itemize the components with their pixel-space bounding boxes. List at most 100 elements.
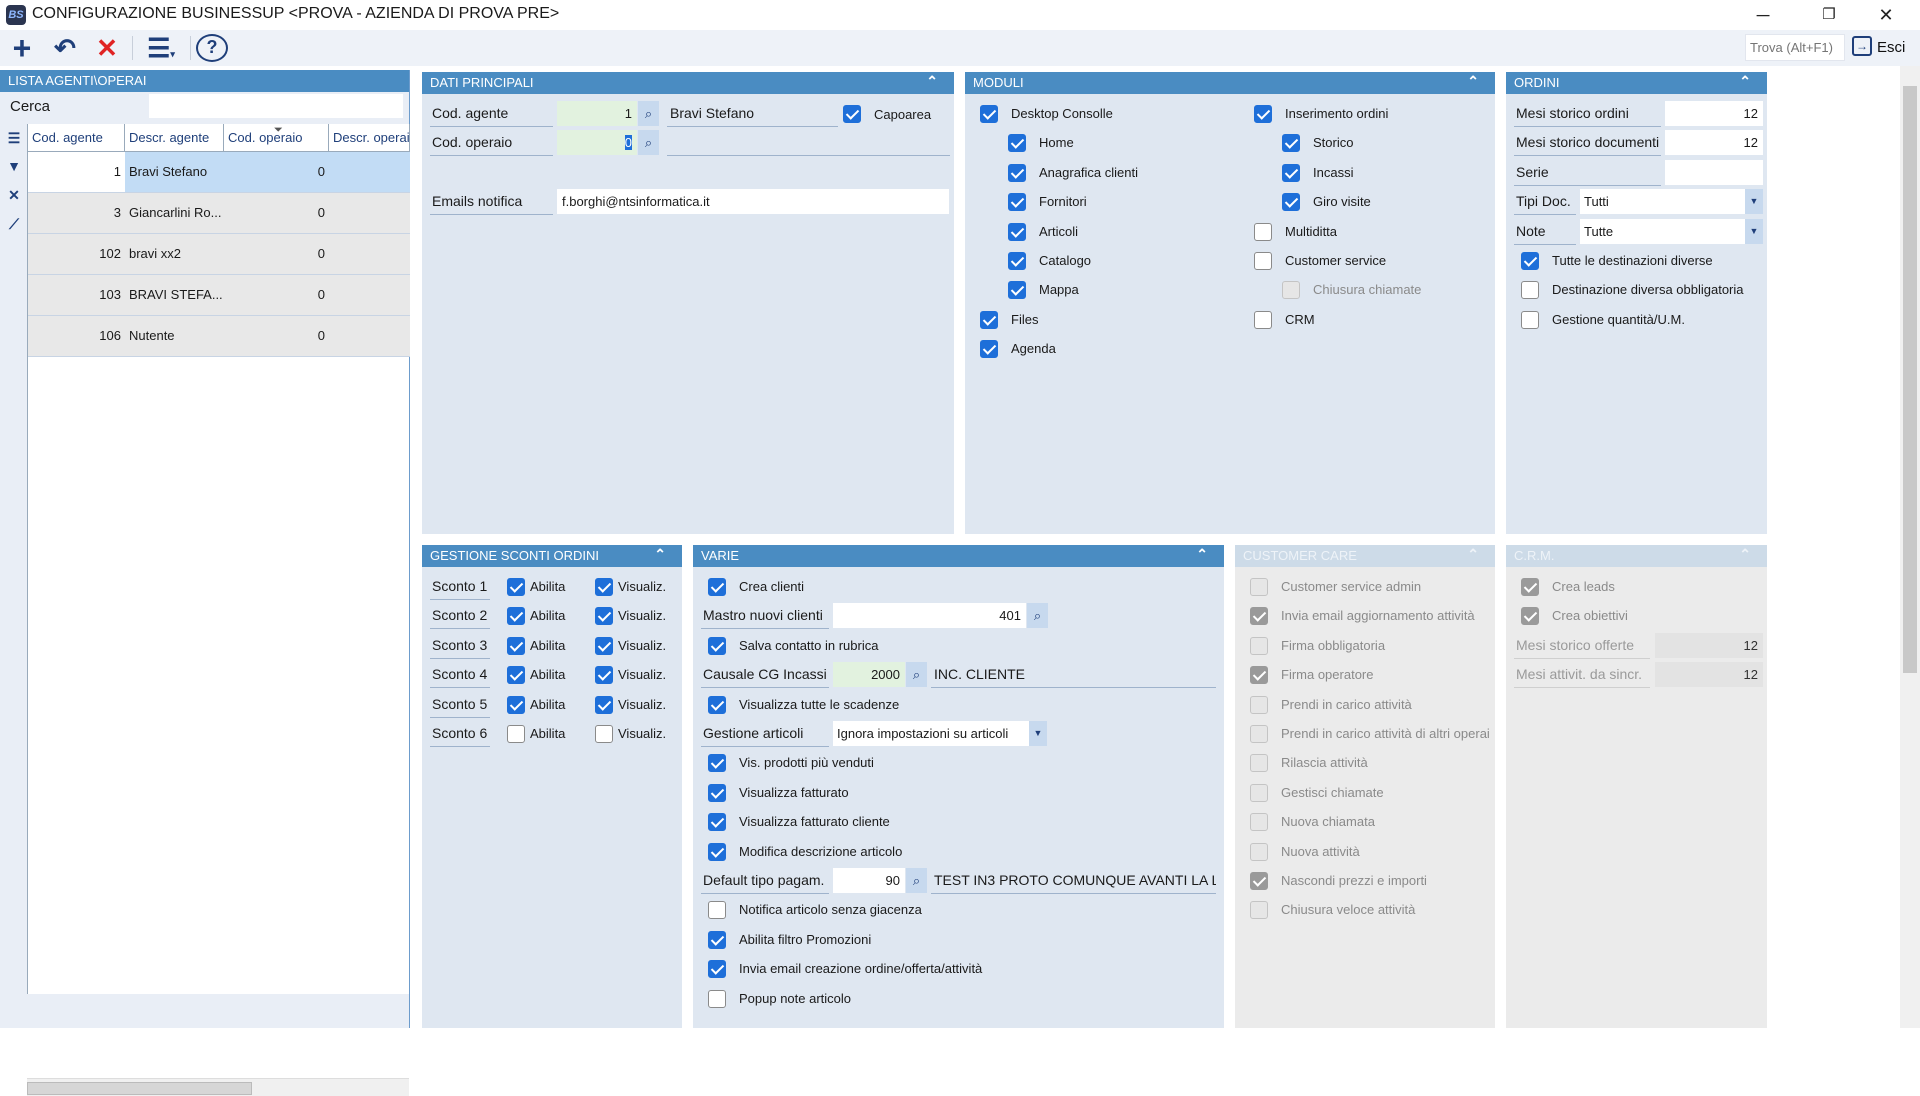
add-icon[interactable]: + [4, 32, 40, 64]
find-input[interactable] [1745, 34, 1845, 61]
collapse-icon[interactable]: ⌃ [926, 74, 938, 88]
cod-operaio-input[interactable]: 0 [557, 130, 637, 155]
collapse-icon[interactable]: ⌃ [1467, 74, 1479, 88]
varie-option-checkbox[interactable] [708, 636, 726, 655]
clear-filter-icon[interactable]: ✕ [6, 187, 22, 205]
exit-button[interactable]: → Esci [1852, 34, 1914, 61]
varie-option-checkbox[interactable] [708, 901, 726, 920]
abilita-checkbox[interactable] [507, 636, 525, 655]
table-row[interactable]: 1 Bravi Stefano 0 [28, 152, 410, 193]
modulo-checkbox[interactable] [1282, 163, 1300, 182]
table-row[interactable]: 3 Giancarlini Ro... 0 [28, 193, 410, 234]
modulo-checkbox[interactable] [1254, 105, 1272, 123]
varie-option-checkbox[interactable] [708, 930, 726, 949]
modulo-checkbox[interactable] [1282, 134, 1300, 153]
field-input[interactable]: 12 [1665, 101, 1763, 126]
table-cell: 0 [224, 152, 329, 192]
varie-option-checkbox[interactable] [708, 960, 726, 979]
panel-title: CUSTOMER CARE [1243, 548, 1357, 563]
modulo-checkbox[interactable] [980, 340, 998, 359]
undo-icon[interactable]: ↶ [47, 32, 83, 64]
abilita-checkbox[interactable] [507, 666, 525, 685]
modulo-checkbox[interactable] [980, 105, 998, 123]
column-header[interactable]: Descr. agente [125, 124, 224, 152]
modulo-checkbox[interactable] [1008, 134, 1026, 153]
search-icon[interactable]: ⌕ [638, 101, 659, 126]
chevron-down-icon[interactable]: ▼ [1745, 189, 1763, 215]
varie-option-checkbox[interactable] [708, 578, 726, 596]
filter-icon[interactable]: ▼ [6, 158, 22, 176]
table-row[interactable]: 106 Nutente 0 [28, 316, 410, 357]
varie-option-checkbox[interactable] [708, 842, 726, 861]
column-header[interactable]: Cod. agente [28, 124, 125, 152]
scrollbar-thumb[interactable] [27, 1082, 252, 1095]
visualizza-checkbox[interactable] [595, 725, 613, 743]
visualizza-checkbox[interactable] [595, 578, 613, 596]
column-header[interactable]: Descr. operai [329, 124, 410, 152]
search-icon[interactable]: ⌕ [906, 868, 927, 893]
modulo-checkbox[interactable] [1254, 310, 1272, 329]
abilita-checkbox[interactable] [507, 695, 525, 714]
modulo-checkbox[interactable] [1008, 163, 1026, 182]
maximize-button[interactable]: ❐ [1806, 0, 1852, 30]
field-input[interactable]: 2000 [833, 662, 905, 688]
visualizza-checkbox[interactable] [595, 666, 613, 685]
collapse-icon[interactable]: ⌃ [654, 547, 666, 561]
ordini-option-checkbox[interactable] [1521, 252, 1539, 270]
menu-icon[interactable]: ☰▾ [138, 32, 184, 64]
search-icon[interactable]: ⌕ [638, 130, 659, 155]
delete-icon[interactable]: ✕ [89, 32, 125, 64]
chevron-down-icon[interactable]: ▼ [1029, 721, 1047, 746]
modulo-checkbox[interactable] [1282, 193, 1300, 212]
varie-option-checkbox[interactable] [708, 813, 726, 832]
varie-option-checkbox[interactable] [708, 989, 726, 1008]
select-dropdown[interactable]: Tutte ▼ [1580, 218, 1763, 244]
varie-option-checkbox[interactable] [708, 783, 726, 802]
field-input[interactable]: 12 [1665, 130, 1763, 156]
ordini-option-checkbox[interactable] [1521, 310, 1539, 329]
list-icon[interactable]: ☰ [6, 130, 22, 148]
search-icon[interactable]: ⌕ [906, 662, 927, 688]
modulo-checkbox[interactable] [1254, 222, 1272, 241]
field-input[interactable]: 401 [833, 603, 1026, 629]
search-input[interactable] [149, 94, 403, 118]
horizontal-scrollbar[interactable] [27, 1078, 409, 1096]
minimize-button[interactable]: ─ [1740, 0, 1786, 30]
scrollbar-thumb[interactable] [1903, 86, 1917, 673]
select-dropdown[interactable]: Ignora impostazioni su articoli ▼ [833, 721, 1047, 746]
close-button[interactable]: ✕ [1863, 0, 1909, 30]
table-row[interactable]: 103 BRAVI STEFA... 0 [28, 275, 410, 316]
select-dropdown[interactable]: Tutti ▼ [1580, 189, 1763, 215]
table-row[interactable]: 102 bravi xx2 0 [28, 234, 410, 275]
abilita-checkbox[interactable] [507, 607, 525, 626]
vertical-scrollbar[interactable] [1900, 66, 1920, 1028]
help-icon[interactable]: ? [196, 34, 228, 62]
visualizza-checkbox[interactable] [595, 695, 613, 714]
collapse-icon[interactable]: ⌃ [1739, 74, 1751, 88]
search-icon[interactable]: ⌕ [1027, 603, 1048, 629]
abilita-checkbox[interactable] [507, 725, 525, 743]
modulo-checkbox[interactable] [1008, 193, 1026, 212]
capoarea-checkbox[interactable] [843, 105, 861, 123]
abilita-checkbox[interactable] [507, 578, 525, 596]
field-input[interactable] [1665, 159, 1763, 185]
visualizza-label: Visualiz. [618, 696, 667, 712]
visualizza-checkbox[interactable] [595, 607, 613, 626]
column-filter-icon[interactable]: ⏷ [274, 124, 283, 137]
chart-icon[interactable]: ⟋ [6, 216, 22, 234]
field-input[interactable]: 90 [833, 868, 905, 893]
modulo-checkbox[interactable] [1254, 252, 1272, 270]
select-label: Note [1514, 219, 1576, 245]
cod-agente-input[interactable]: 1 [557, 101, 637, 126]
varie-option-checkbox[interactable] [708, 754, 726, 773]
chevron-down-icon[interactable]: ▼ [1745, 218, 1763, 244]
modulo-checkbox[interactable] [1008, 222, 1026, 241]
visualizza-checkbox[interactable] [595, 636, 613, 655]
collapse-icon[interactable]: ⌃ [1196, 547, 1208, 561]
varie-option-checkbox[interactable] [708, 695, 726, 714]
modulo-checkbox[interactable] [980, 310, 998, 329]
modulo-checkbox[interactable] [1008, 252, 1026, 270]
emails-input[interactable]: f.borghi@ntsinformatica.it [557, 189, 949, 214]
modulo-checkbox[interactable] [1008, 281, 1026, 300]
ordini-option-checkbox[interactable] [1521, 281, 1539, 300]
